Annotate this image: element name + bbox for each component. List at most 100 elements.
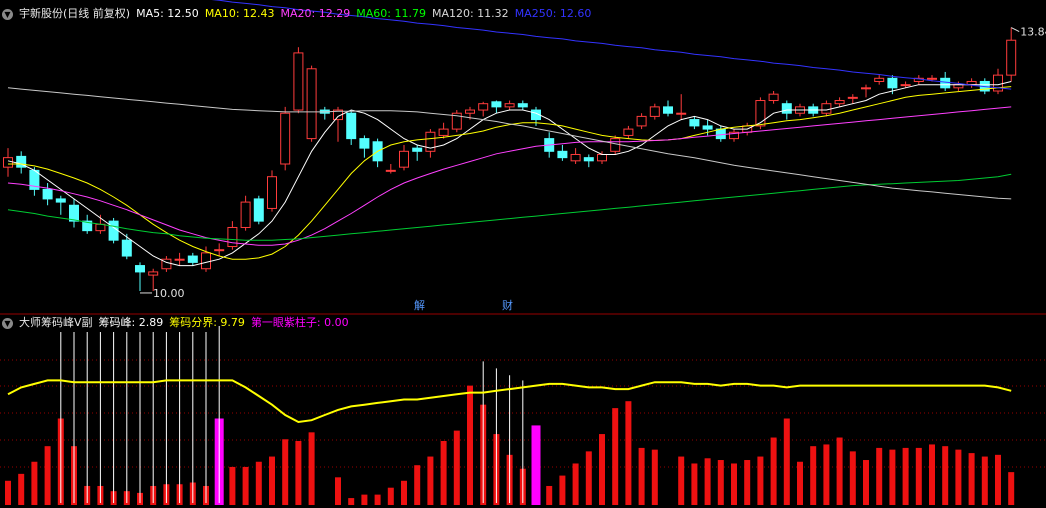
chip-bar[interactable]: [229, 466, 236, 505]
chip-bar[interactable]: [414, 465, 421, 505]
chip-bar[interactable]: [783, 418, 790, 506]
candle-body[interactable]: [781, 103, 792, 114]
chip-bar[interactable]: [929, 444, 935, 505]
chip-bar[interactable]: [453, 430, 460, 505]
candle-body[interactable]: [927, 77, 937, 80]
candle-body[interactable]: [385, 169, 396, 172]
candle-body[interactable]: [438, 128, 449, 136]
candle-body[interactable]: [676, 112, 687, 115]
chip-bar[interactable]: [348, 498, 355, 505]
candle-body[interactable]: [214, 249, 225, 252]
chip-bar[interactable]: [810, 446, 817, 505]
candle-body[interactable]: [121, 239, 132, 257]
candle-body[interactable]: [346, 112, 357, 140]
jie-marker[interactable]: 解: [414, 300, 425, 312]
candle-body[interactable]: [267, 176, 277, 209]
candle-body[interactable]: [3, 157, 13, 168]
candle-body[interactable]: [306, 68, 317, 140]
chip-bar[interactable]: [282, 439, 289, 505]
candle-body[interactable]: [227, 226, 238, 248]
chip-bar[interactable]: [638, 447, 645, 505]
candle-body[interactable]: [69, 204, 79, 222]
candle-body[interactable]: [280, 112, 291, 165]
chip-bar[interactable]: [612, 408, 619, 505]
chip-bar[interactable]: [546, 485, 553, 505]
chip-bar[interactable]: [242, 466, 249, 505]
candle-body[interactable]: [834, 100, 845, 105]
chip-bar[interactable]: [744, 460, 751, 505]
candle-body[interactable]: [478, 103, 489, 111]
chip-bar[interactable]: [559, 475, 566, 505]
chip-bar[interactable]: [572, 463, 579, 505]
chip-bar[interactable]: [836, 437, 843, 505]
candle-body[interactable]: [597, 153, 607, 162]
chip-bar[interactable]: [678, 456, 685, 505]
candle-body[interactable]: [240, 201, 251, 228]
purple-bar[interactable]: [531, 425, 541, 505]
chip-bar[interactable]: [1008, 472, 1015, 505]
chip-bar[interactable]: [955, 449, 962, 505]
chip-bar[interactable]: [823, 444, 830, 505]
chip-bar[interactable]: [440, 440, 447, 505]
chip-bar[interactable]: [5, 480, 11, 505]
candle-body[interactable]: [821, 103, 832, 114]
chip-bar[interactable]: [731, 463, 737, 505]
candle-body[interactable]: [174, 258, 185, 261]
chip-bar[interactable]: [374, 494, 381, 505]
candle-body[interactable]: [42, 188, 53, 200]
chip-bar[interactable]: [599, 434, 605, 505]
candle-body[interactable]: [623, 128, 634, 136]
candle-body[interactable]: [1006, 39, 1017, 76]
chip-bar[interactable]: [269, 456, 275, 505]
chip-bar[interactable]: [770, 437, 777, 505]
candle-body[interactable]: [201, 252, 211, 270]
chip-bar[interactable]: [691, 463, 698, 505]
chip-bar[interactable]: [361, 494, 368, 505]
candle-body[interactable]: [847, 96, 858, 99]
chip-bar[interactable]: [255, 461, 262, 505]
chip-bar[interactable]: [467, 385, 473, 505]
candle-body[interactable]: [148, 271, 159, 276]
chip-bar[interactable]: [797, 461, 803, 505]
indicator-bars[interactable]: [5, 326, 1015, 506]
chip-bar[interactable]: [717, 460, 724, 505]
chevron-down-icon[interactable]: ▼: [2, 8, 13, 20]
candle-body[interactable]: [649, 106, 660, 117]
chip-bar[interactable]: [335, 477, 341, 505]
chip-bar[interactable]: [308, 432, 315, 505]
chip-bar[interactable]: [704, 458, 711, 505]
chip-bar[interactable]: [18, 473, 25, 505]
chip-bar[interactable]: [902, 447, 909, 505]
chip-bar[interactable]: [981, 456, 988, 505]
candle-body[interactable]: [887, 77, 898, 89]
chip-bar[interactable]: [863, 460, 869, 505]
candle-body[interactable]: [135, 265, 145, 273]
chip-bar[interactable]: [968, 453, 975, 505]
candle-body[interactable]: [55, 198, 66, 203]
chip-bar[interactable]: [625, 401, 632, 505]
candle-body[interactable]: [861, 87, 871, 90]
candle-body[interactable]: [399, 150, 409, 168]
candle-body[interactable]: [517, 103, 528, 108]
chip-bar[interactable]: [427, 456, 434, 505]
chip-bar[interactable]: [889, 449, 896, 505]
candle-body[interactable]: [504, 103, 515, 108]
candle-body[interactable]: [940, 77, 951, 89]
candle-body[interactable]: [491, 101, 502, 108]
candle-body[interactable]: [874, 77, 885, 82]
candle-body[interactable]: [359, 138, 370, 149]
candle-body[interactable]: [108, 220, 119, 241]
chip-bar[interactable]: [651, 449, 658, 505]
chip-bar[interactable]: [915, 447, 922, 505]
chip-bar[interactable]: [757, 456, 764, 505]
candle-body[interactable]: [293, 52, 304, 111]
candle-body[interactable]: [689, 119, 700, 127]
candle-body[interactable]: [663, 106, 673, 114]
candle-body[interactable]: [993, 74, 1003, 92]
chip-bar[interactable]: [849, 451, 856, 505]
candle-body[interactable]: [768, 93, 779, 102]
chip-bar[interactable]: [995, 454, 1001, 505]
chip-bar[interactable]: [31, 461, 38, 505]
candle-body[interactable]: [702, 125, 713, 130]
candle-body[interactable]: [715, 128, 726, 140]
